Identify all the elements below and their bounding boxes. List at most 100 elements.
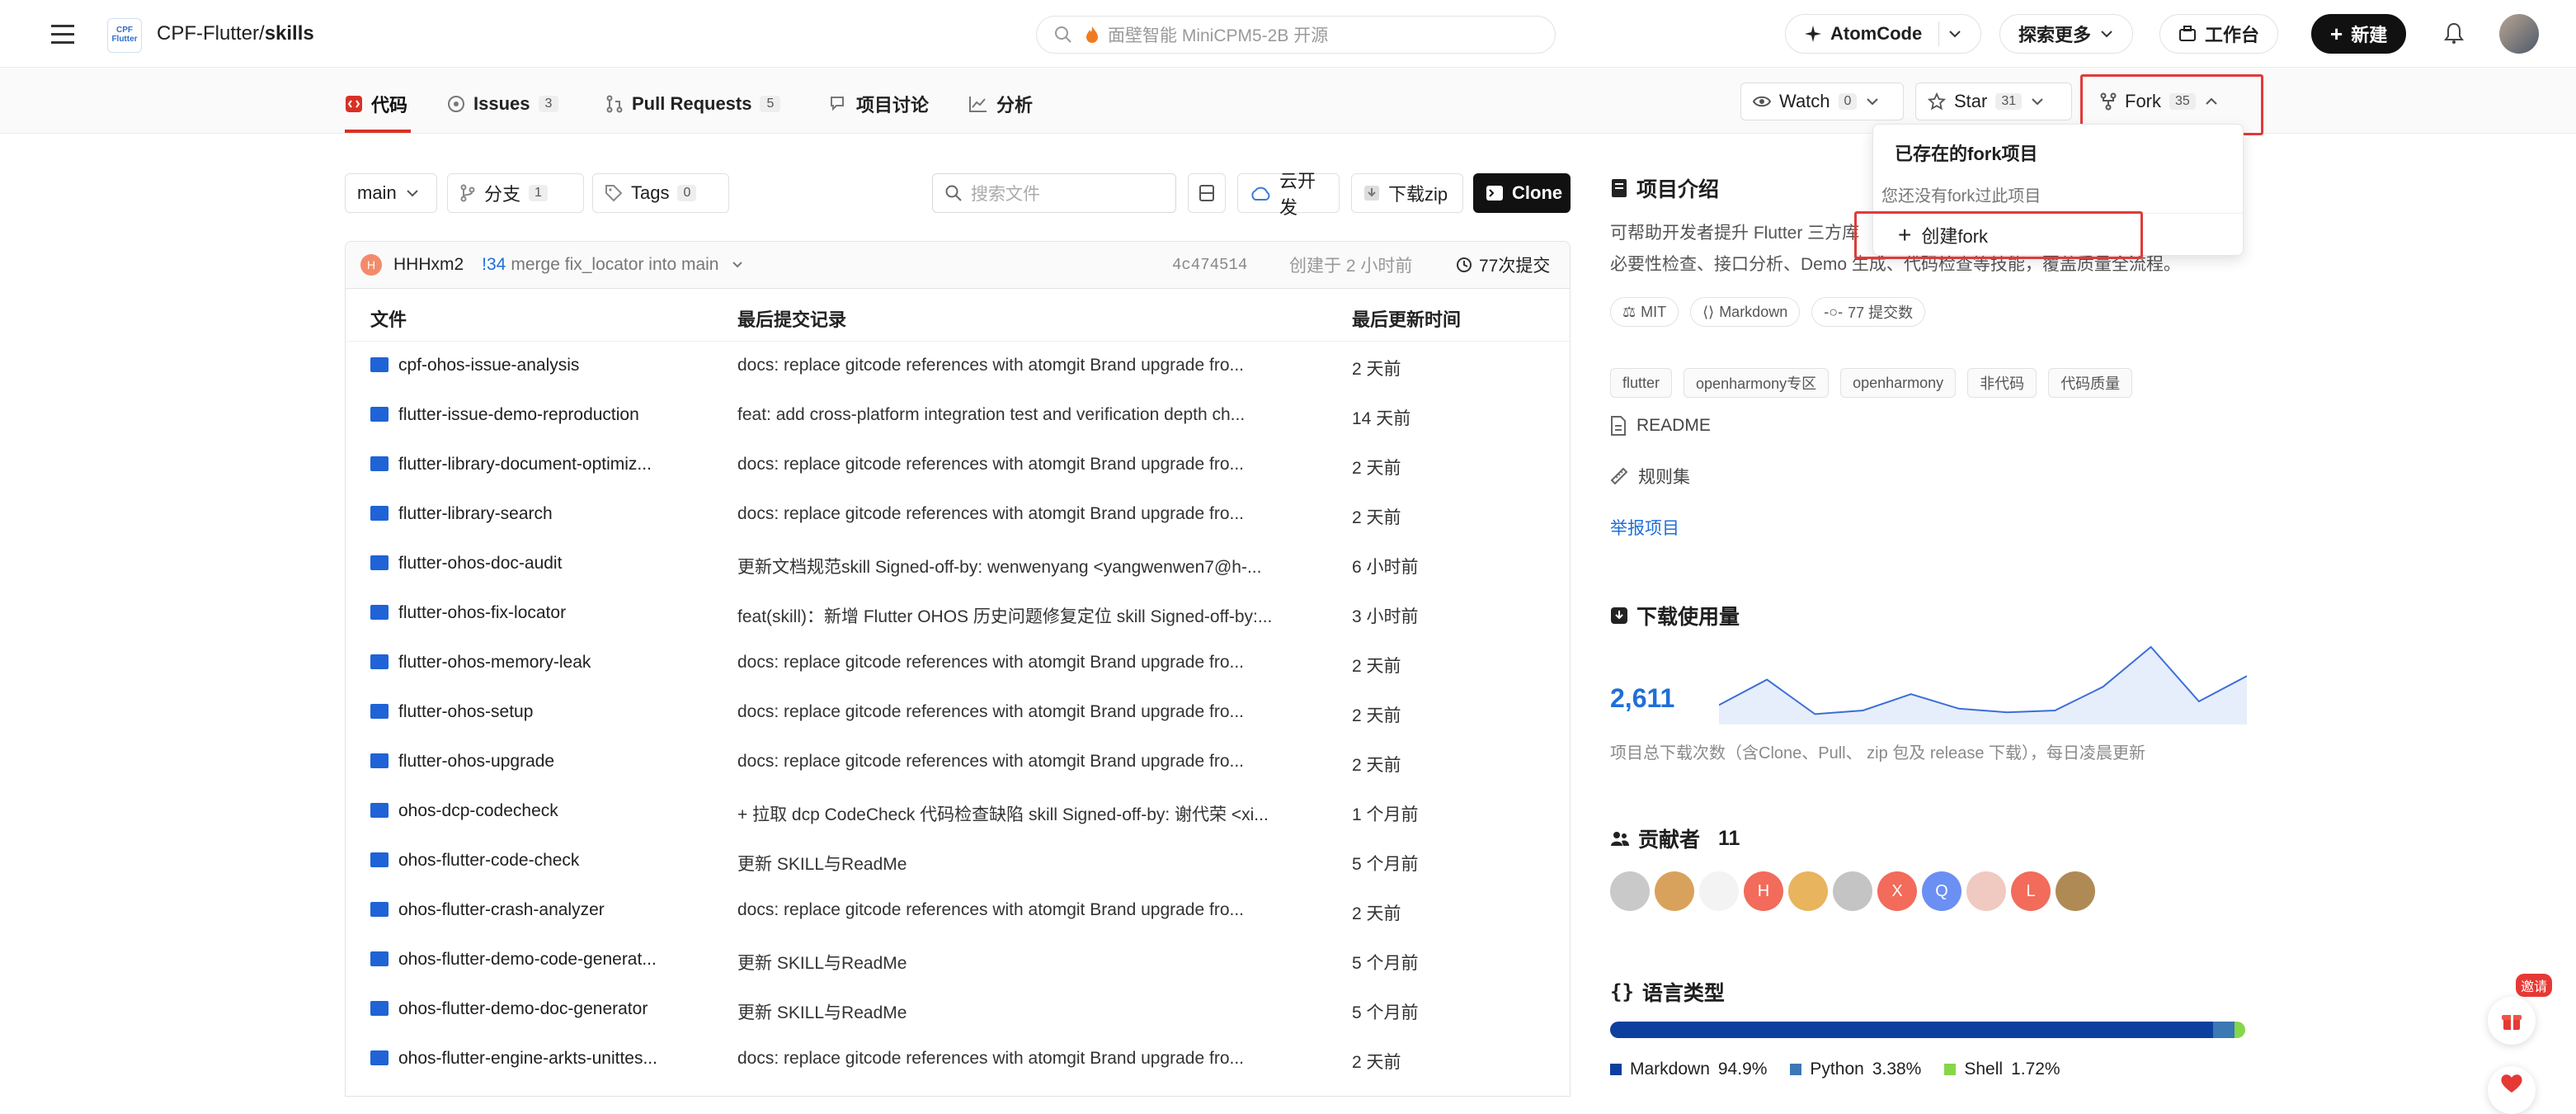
commit-author[interactable]: HHHxm2	[393, 255, 464, 275]
file-name-link[interactable]: ohos-flutter-crash-analyzer	[370, 900, 700, 920]
tags-button[interactable]: Tags 0	[592, 173, 729, 213]
contributor-avatar[interactable]: H	[1744, 871, 1783, 911]
menu-icon[interactable]	[48, 20, 78, 50]
star-button[interactable]: Star 31	[1915, 83, 2072, 120]
cloud-dev-button[interactable]: 云开发	[1237, 171, 1340, 218]
file-name-link[interactable]: flutter-ohos-setup	[370, 702, 700, 722]
file-name-link[interactable]: flutter-library-search	[370, 504, 700, 524]
new-button[interactable]: + 新建	[2311, 14, 2407, 54]
file-name-link[interactable]: ohos-flutter-code-check	[370, 851, 700, 871]
table-row[interactable]: ohos-flutter-demo-doc-generator 更新 SKILL与…	[346, 985, 1570, 1035]
tab-discussions[interactable]: 项目讨论	[830, 89, 929, 119]
invite-float-button[interactable]: 邀请	[2488, 974, 2553, 1045]
license-chip[interactable]: ⚖ MIT	[1610, 297, 1679, 327]
language-chip[interactable]: ⟨⟩ Markdown	[1690, 297, 1801, 327]
table-row[interactable]: flutter-library-search docs: replace gitc…	[346, 490, 1570, 540]
chevron-down-icon[interactable]	[731, 258, 744, 271]
feedback-float-button[interactable]	[2488, 1066, 2536, 1114]
file-name-link[interactable]: flutter-ohos-doc-audit	[370, 554, 700, 574]
rules-link[interactable]: 规则集	[1610, 464, 1690, 489]
file-search-input[interactable]: 搜索文件	[932, 173, 1176, 213]
table-row[interactable]: ohos-flutter-demo-code-generat... 更新 SKIL…	[346, 936, 1570, 985]
contributor-avatar[interactable]	[2056, 871, 2095, 911]
explore-more-button[interactable]: 探索更多	[1999, 14, 2134, 54]
file-name-link[interactable]: ohos-dcp-codecheck	[370, 801, 700, 821]
file-name-link[interactable]: flutter-ohos-fix-locator	[370, 603, 700, 623]
commit-message-link[interactable]: 更新文档规范skill Signed-off-by: wenwenyang <y…	[737, 554, 1307, 578]
commit-message-link[interactable]: docs: replace gitcode references with at…	[737, 702, 1307, 722]
table-row[interactable]: flutter-ohos-setup docs: replace gitcode …	[346, 688, 1570, 738]
tab-pull-requests[interactable]: Pull Requests 5	[605, 89, 781, 119]
commit-history-link[interactable]: 77次提交	[1456, 253, 1550, 277]
table-row[interactable]: ohos-flutter-code-check 更新 SKILL与ReadMe 5 …	[346, 837, 1570, 886]
commit-message[interactable]: merge fix_locator into main	[511, 255, 718, 275]
file-name-link[interactable]: ohos-flutter-engine-arkts-unittes...	[370, 1049, 700, 1069]
repo-logo[interactable]: CPF Flutter	[107, 18, 142, 53]
commit-message-link[interactable]: docs: replace gitcode references with at…	[737, 752, 1307, 772]
atomcode-button[interactable]: AtomCode	[1785, 14, 1982, 54]
table-row[interactable]: ohos-flutter-crash-analyzer docs: replace…	[346, 886, 1570, 936]
commits-chip[interactable]: -○- 77 提交数	[1811, 297, 1926, 327]
contributor-avatar[interactable]: X	[1877, 871, 1917, 911]
commit-message-link[interactable]: docs: replace gitcode references with at…	[737, 504, 1307, 524]
table-row[interactable]: flutter-ohos-upgrade docs: replace gitcod…	[346, 738, 1570, 787]
commit-author-avatar[interactable]: H	[360, 254, 382, 276]
commit-hash[interactable]: 4c474514	[1172, 256, 1247, 274]
file-name-link[interactable]: ohos-flutter-demo-doc-generator	[370, 999, 700, 1019]
branches-button[interactable]: 分支 1	[447, 173, 584, 213]
contributor-avatar[interactable]: L	[2011, 871, 2051, 911]
tab-issues[interactable]: Issues 3	[447, 89, 559, 119]
bell-icon[interactable]	[2443, 21, 2465, 45]
commit-message-link[interactable]: docs: replace gitcode references with at…	[737, 900, 1307, 920]
repo-path[interactable]: CPF-Flutter/skills	[157, 20, 314, 48]
file-name-link[interactable]: cpf-ohos-issue-analysis	[370, 356, 700, 375]
contributor-avatar[interactable]	[1699, 871, 1739, 911]
table-row[interactable]: ohos-flutter-engine-arkts-unittes... docs…	[346, 1035, 1570, 1084]
commit-message-link[interactable]: + 拉取 dcp CodeCheck 代码检查缺陷 skill Signed-o…	[737, 801, 1307, 826]
topic-chip[interactable]: openharmony	[1840, 368, 1957, 398]
commit-message-link[interactable]: docs: replace gitcode references with at…	[737, 1049, 1307, 1069]
workspace-button[interactable]: 工作台	[2159, 14, 2279, 54]
commit-message-link[interactable]: docs: replace gitcode references with at…	[737, 455, 1307, 474]
repo-name[interactable]: skills	[265, 22, 314, 45]
commit-message-link[interactable]: feat: add cross-platform integration tes…	[737, 405, 1307, 425]
file-name-link[interactable]: flutter-issue-demo-reproduction	[370, 405, 700, 425]
contributor-avatar[interactable]	[1833, 871, 1872, 911]
topic-chip[interactable]: openharmony专区	[1684, 368, 1830, 398]
report-link[interactable]: 举报项目	[1610, 515, 1679, 540]
tab-analytics[interactable]: 分析	[968, 89, 1033, 119]
topic-chip[interactable]: flutter	[1610, 368, 1673, 398]
download-zip-button[interactable]: 下载zip	[1351, 173, 1463, 213]
commit-message-link[interactable]: docs: replace gitcode references with at…	[737, 653, 1307, 673]
contributor-avatar[interactable]	[1788, 871, 1828, 911]
commit-message-link[interactable]: 更新 SKILL与ReadMe	[737, 851, 1307, 876]
readme-link[interactable]: README	[1610, 416, 1711, 436]
branch-selector[interactable]: main	[345, 173, 437, 213]
table-row[interactable]: flutter-ohos-fix-locator feat(skill)：新增 F…	[346, 589, 1570, 639]
table-row[interactable]: ohos-dcp-codecheck + 拉取 dcp CodeCheck 代码检…	[346, 787, 1570, 837]
clone-button[interactable]: Clone	[1473, 173, 1571, 213]
commit-message-link[interactable]: 更新 SKILL与ReadMe	[737, 999, 1307, 1024]
file-name-link[interactable]: flutter-ohos-memory-leak	[370, 653, 700, 673]
table-row[interactable]: flutter-ohos-doc-audit 更新文档规范skill Signed…	[346, 540, 1570, 589]
file-name-link[interactable]: flutter-ohos-upgrade	[370, 752, 700, 772]
topic-chip[interactable]: 非代码	[1967, 368, 2037, 398]
contributor-avatar[interactable]	[1655, 871, 1694, 911]
watch-button[interactable]: Watch 0	[1740, 83, 1904, 120]
contributor-avatar[interactable]	[1966, 871, 2006, 911]
commit-message-link[interactable]: docs: replace gitcode references with at…	[737, 356, 1307, 375]
contributor-avatar[interactable]	[1610, 871, 1650, 911]
commit-message-link[interactable]: 更新 SKILL与ReadMe	[737, 950, 1307, 975]
web-ide-button[interactable]	[1188, 173, 1226, 213]
table-row[interactable]: flutter-issue-demo-reproduction feat: add…	[346, 391, 1570, 441]
chevron-down-icon[interactable]	[1947, 26, 1962, 41]
table-row[interactable]: flutter-library-document-optimiz... docs:…	[346, 441, 1570, 490]
contributor-avatar[interactable]: Q	[1922, 871, 1961, 911]
user-avatar[interactable]	[2499, 14, 2539, 54]
file-name-link[interactable]: flutter-library-document-optimiz...	[370, 455, 700, 474]
repo-owner[interactable]: CPF-Flutter/	[157, 22, 265, 45]
topic-chip[interactable]: 代码质量	[2048, 368, 2133, 398]
global-search-input[interactable]: 面壁智能 MiniCPM5-2B 开源	[1036, 16, 1556, 54]
table-row[interactable]: cpf-ohos-issue-analysis docs: replace git…	[346, 342, 1570, 391]
table-row[interactable]: flutter-ohos-memory-leak docs: replace gi…	[346, 639, 1570, 688]
